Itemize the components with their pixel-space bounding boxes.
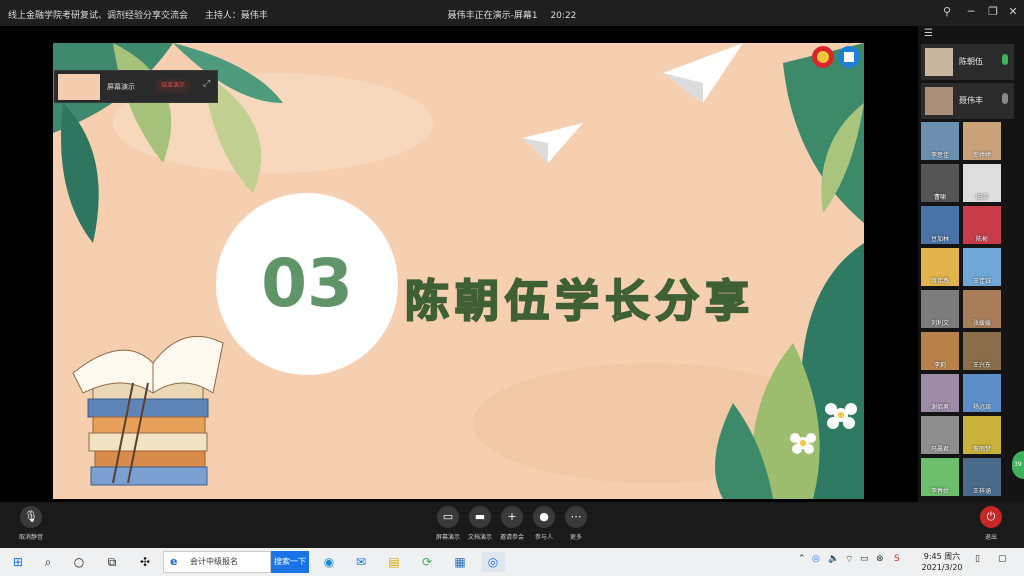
ie-icon: e [170,555,178,568]
speaker-tile[interactable]: 聂伟丰 [921,83,1014,119]
presentation-mini-window[interactable]: 屏幕演示 结束演示 ⤢ [54,70,218,103]
windows-start-icon[interactable]: ⊞ [6,552,30,572]
participant-tile[interactable]: 豆加林 [921,206,959,244]
edge-icon[interactable]: ◉ [317,552,341,572]
participant-tile[interactable]: 刘利文 [921,290,959,328]
search-icon[interactable]: ⌕ [36,552,60,572]
file-explorer-icon[interactable]: ▤ [382,552,406,572]
stop-presenting-button[interactable]: 结束演示 [155,79,191,93]
notes-icon[interactable]: ▯ [975,554,980,564]
add-user-icon: + [501,506,523,528]
close-icon[interactable]: ✕ [1004,4,1022,20]
speaker-name: 陈朝伍 [959,57,983,66]
participant-tile[interactable]: 王兴东 [963,332,1001,370]
participant-tile[interactable]: 郎婷婷 [963,122,1001,160]
unmute-button[interactable]: 🎙 取消静音 [11,506,51,541]
presenting-label: 聂伟丰正在演示-屏幕1 [447,11,538,21]
participant-tile[interactable]: 李思佳 [921,122,959,160]
store-icon[interactable]: ▦ [448,552,472,572]
wifi-icon[interactable]: ⌔ [845,554,853,565]
avatar [925,87,953,115]
participant-tile[interactable]: 王梓涵 [963,458,1001,496]
participant-tile[interactable]: 蒋伟燕 [921,248,959,286]
participants-panel: ☰ 陈朝伍 聂伟丰 李思佳 郎婷婷 曹啸 田浩 豆加林 陈彬 蒋伟燕 王佳钰 刘… [918,26,1024,502]
expand-icon[interactable]: ⤢ [203,79,210,89]
list-menu-icon[interactable]: ☰ [924,28,933,39]
close-circle-icon[interactable]: ⊗ [876,554,884,564]
minimize-icon[interactable]: ─ [962,4,980,20]
mini-window-thumbnail [58,74,100,100]
cortana-icon[interactable]: ○ [67,552,91,572]
screen-icon: ▭ [437,506,459,528]
task-view-icon[interactable]: ⧉ [100,552,124,572]
participant-tile[interactable]: 陈彬 [963,206,1001,244]
participant-tile[interactable]: 谢佰男 [921,374,959,412]
people-icon: ● [533,506,555,528]
participant-tile[interactable]: 曹啸 [921,164,959,202]
shared-screen-area: 03 陈朝伍学长分享 屏幕演示 结束演示 ⤢ [0,26,918,502]
volume-icon[interactable]: 🔈 [828,554,839,564]
browser-search-field[interactable]: e 会计中级报名 [163,551,271,573]
browser-search-button[interactable]: 搜索一下 [271,551,309,573]
window-title-bar: 线上金融学院考研复试、调剂经验分享交流会 主持人：聂伟丰 聂伟丰正在演示-屏幕1… [0,0,1024,26]
folder-icon: ▬ [469,506,491,528]
more-icon: ⋯ [565,506,587,528]
section-number: 03 [261,245,353,322]
section-title: 陈朝伍学长分享 [404,275,755,328]
more-button[interactable]: ⋯ 更多 [556,506,596,541]
participant-tile[interactable]: 田浩 [963,164,1001,202]
mic-icon [1002,93,1008,104]
notification-icon[interactable]: ▢ [998,554,1007,564]
pin-icon[interactable]: ⚲ [938,4,956,20]
windows-taskbar: ⊞ ⌕ ○ ⧉ ✣ e 会计中级报名 搜索一下 ◉ ✉ ▤ ⟳ ▦ ◎ ⌃ ◎ … [0,548,1024,576]
speaker-tile[interactable]: 陈朝伍 [921,44,1014,80]
meeting-time: 20:22 [550,11,577,21]
presenting-status: 聂伟丰正在演示-屏幕1 20:22 [0,8,1024,21]
participant-tile[interactable]: 詹雨梦 [963,416,1001,454]
restore-icon[interactable]: ❐ [984,4,1002,20]
speaker-name: 聂伟丰 [959,96,983,105]
app-pinwheel-icon[interactable]: ✣ [133,552,157,572]
meeting-app-icon[interactable]: ◎ [481,552,505,572]
power-icon: ⏻ [980,506,1002,528]
participant-tile[interactable]: 李莉 [921,332,959,370]
input-method-icon[interactable]: S [894,554,900,564]
participant-tile[interactable]: 张媛媛 [963,290,1001,328]
browser-360-icon[interactable]: ⟳ [415,552,439,572]
tray-chevron-icon[interactable]: ⌃ [798,554,806,564]
participant-tile[interactable]: 王佳钰 [963,248,1001,286]
mic-icon [1002,54,1008,65]
mini-window-label: 屏幕演示 [107,83,135,91]
presentation-slide: 03 陈朝伍学长分享 [53,43,864,499]
mail-icon[interactable]: ✉ [349,552,373,572]
system-clock[interactable]: 9:45 周六 2021/3/20 [912,551,972,573]
participant-tile[interactable]: 杨远琦 [963,374,1001,412]
avatar [925,48,953,76]
leave-button[interactable]: ⏻ 退出 [971,506,1011,541]
meeting-toolbar: 🎙 取消静音 ▭ 屏幕演示 ▬ 文档演示 + 邀请参会 ● 参与人 ⋯ 更多 ⏻… [0,502,1024,548]
participant-tile[interactable]: 马晨君 [921,416,959,454]
tray-app-icon[interactable]: ◎ [812,554,820,564]
participant-tile[interactable]: 李春娇 [921,458,959,496]
mic-muted-icon: 🎙 [20,506,42,528]
battery-icon[interactable]: ▭ [860,554,869,564]
